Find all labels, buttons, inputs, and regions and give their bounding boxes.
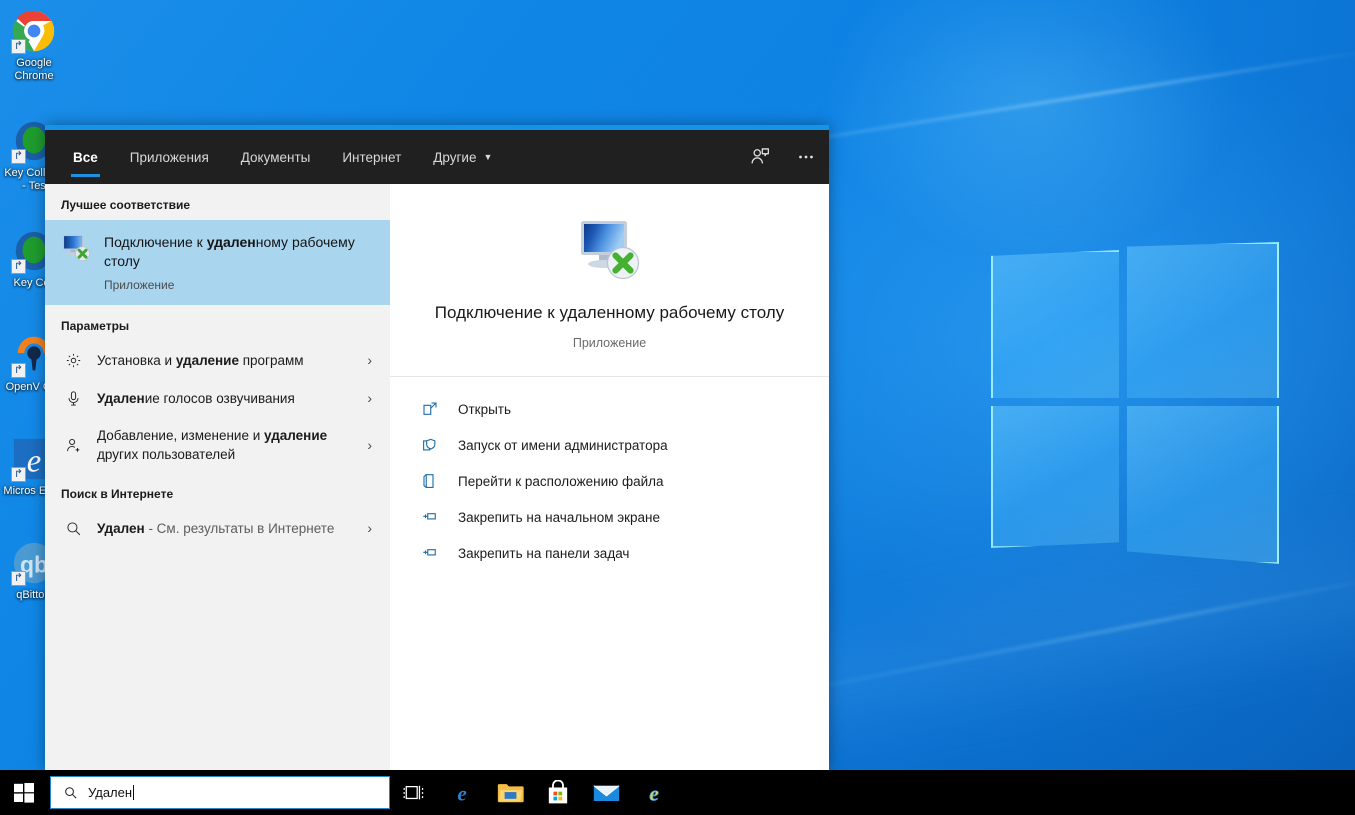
svg-text:e: e (457, 781, 466, 805)
mail-icon[interactable] (582, 770, 630, 815)
settings-item-install-uninstall-programs[interactable]: Установка и удаление программ › (45, 341, 390, 379)
settings-item-manage-other-users[interactable]: Добавление, изменение и удаление других … (45, 417, 390, 473)
windows-hero-logo (985, 228, 1285, 524)
results-column: Лучшее соответствие (45, 184, 390, 770)
action-run-as-administrator[interactable]: Запуск от имени администратора (390, 427, 829, 463)
account-person-icon[interactable] (737, 130, 783, 184)
more-options-icon[interactable] (783, 130, 829, 184)
action-pin-to-start[interactable]: Закрепить на начальном экране (390, 499, 829, 535)
web-search-heading: Поиск в Интернете (45, 473, 390, 509)
settings-item-label: Удаление голосов озвучивания (97, 389, 353, 408)
preview-app-subtitle: Приложение (420, 336, 799, 350)
shield-run-as-admin-icon (420, 435, 440, 455)
settings-item-label: Добавление, изменение и удаление других … (97, 426, 353, 464)
preview-app-title: Подключение к удаленному рабочему столу (420, 300, 799, 325)
microsoft-store-icon[interactable] (534, 770, 582, 815)
gear-icon (63, 352, 83, 369)
search-icon (63, 785, 78, 800)
tab-label: Приложения (130, 150, 209, 165)
pin-to-taskbar-icon (420, 543, 440, 563)
shortcut-overlay-icon: ↱ (11, 571, 26, 586)
action-open[interactable]: Открыть (390, 391, 829, 427)
tab-apps[interactable]: Приложения (114, 130, 225, 184)
app-actions-list: Открыть Запуск от имени администратора (390, 377, 829, 571)
settings-item-label: Установка и удаление программ (97, 351, 353, 370)
chevron-down-icon: ▼ (483, 152, 492, 162)
search-filter-tabbar: Все Приложения Документы Интернет Другие… (45, 130, 829, 184)
shortcut-overlay-icon: ↱ (11, 259, 26, 274)
task-view-icon[interactable] (390, 770, 438, 815)
shortcut-overlay-icon: ↱ (11, 363, 26, 378)
taskbar: Удален e (0, 770, 1355, 815)
web-search-label: Удален - См. результаты в Интернете (97, 519, 353, 538)
logo-pane-bottom-left (991, 406, 1119, 548)
svg-text:e: e (649, 781, 658, 805)
windows-start-icon[interactable] (0, 770, 48, 815)
search-results-panel: Все Приложения Документы Интернет Другие… (45, 125, 829, 770)
chrome-icon: ↱ (11, 8, 57, 54)
taskbar-search-input[interactable]: Удален (50, 776, 390, 809)
action-label: Закрепить на панели задач (458, 546, 629, 561)
tab-documents[interactable]: Документы (225, 130, 327, 184)
chevron-right-icon: › (367, 437, 376, 453)
preview-column: Подключение к удаленному рабочему столу … (390, 184, 829, 770)
tab-more[interactable]: Другие ▼ (417, 130, 508, 184)
settings-heading: Параметры (45, 305, 390, 341)
remote-desktop-connection-icon (61, 232, 91, 267)
settings-item-remove-voices[interactable]: Удаление голосов озвучивания › (45, 379, 390, 417)
search-input-value: Удален (88, 785, 134, 800)
person-add-icon (63, 437, 83, 454)
action-label: Запуск от имени администратора (458, 438, 668, 453)
chevron-right-icon: › (367, 352, 376, 368)
search-icon (63, 520, 83, 537)
logo-pane-top-left (991, 250, 1119, 398)
tab-web[interactable]: Интернет (326, 130, 417, 184)
wallpaper-glow (820, 0, 1240, 260)
logo-pane-bottom-right (1127, 406, 1279, 564)
chevron-right-icon: › (367, 520, 376, 536)
shortcut-overlay-icon: ↱ (11, 467, 26, 482)
best-match-subtitle: Приложение (104, 278, 374, 292)
tab-label: Документы (241, 150, 311, 165)
action-open-file-location[interactable]: Перейти к расположению файла (390, 463, 829, 499)
pin-to-start-icon (420, 507, 440, 527)
shortcut-overlay-icon: ↱ (11, 149, 26, 164)
remote-desktop-connection-icon (573, 218, 647, 284)
panel-content: Лучшее соответствие (45, 184, 829, 770)
action-label: Открыть (458, 402, 511, 417)
action-label: Перейти к расположению файла (458, 474, 664, 489)
microsoft-edge-icon[interactable]: e (438, 770, 486, 815)
internet-explorer-icon[interactable]: e e (630, 770, 678, 815)
desktop-icon-label: Google Chrome (2, 57, 66, 82)
best-match-title: Подключение к удаленному рабочему столу (104, 233, 374, 271)
tab-label: Все (73, 150, 98, 165)
tab-label: Интернет (342, 150, 401, 165)
tabbar-spacer (508, 130, 737, 184)
chevron-right-icon: › (367, 390, 376, 406)
shortcut-overlay-icon: ↱ (11, 39, 26, 54)
web-search-item[interactable]: Удален - См. результаты в Интернете › (45, 509, 390, 547)
svg-text:e: e (27, 443, 41, 479)
microphone-icon (63, 390, 83, 407)
preview-header: Подключение к удаленному рабочему столу … (390, 184, 829, 377)
best-match-item-remote-desktop[interactable]: Подключение к удаленному рабочему столу … (45, 220, 390, 305)
best-match-heading: Лучшее соответствие (45, 184, 390, 220)
tab-all[interactable]: Все (57, 130, 114, 184)
tab-label: Другие (433, 150, 476, 165)
action-label: Закрепить на начальном экране (458, 510, 660, 525)
desktop-icon-google-chrome[interactable]: ↱ Google Chrome (2, 8, 66, 82)
action-pin-to-taskbar[interactable]: Закрепить на панели задач (390, 535, 829, 571)
open-external-icon (420, 399, 440, 419)
logo-pane-top-right (1127, 242, 1279, 398)
file-location-icon (420, 471, 440, 491)
file-explorer-icon[interactable] (486, 770, 534, 815)
